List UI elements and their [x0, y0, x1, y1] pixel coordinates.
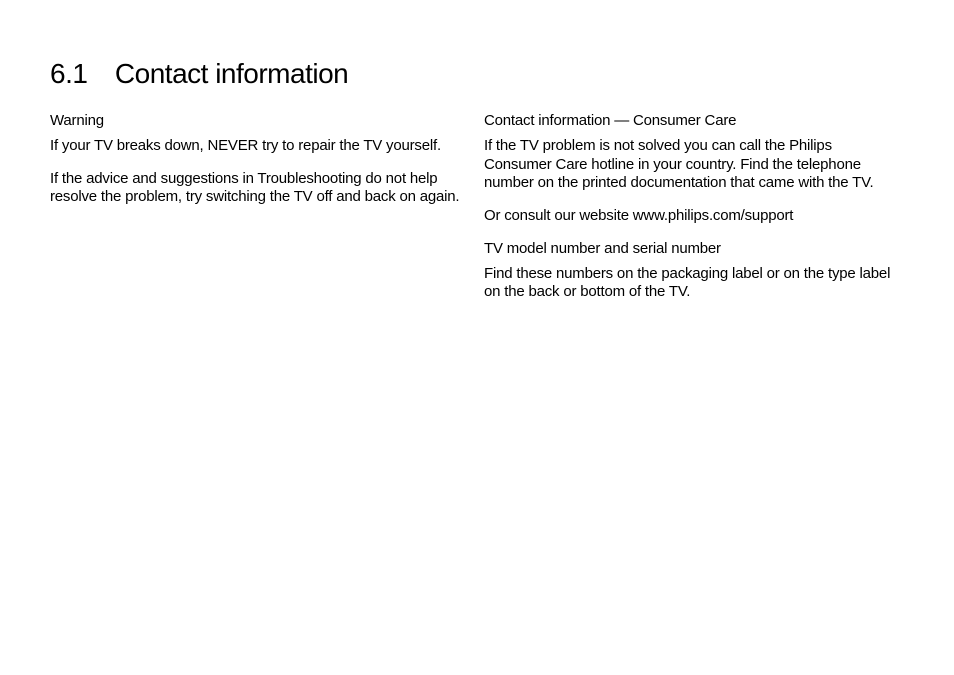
section-title: 6.1 Contact information: [50, 58, 904, 90]
warning-heading: Warning: [50, 112, 460, 131]
consumer-care-text: If the TV problem is not solved you can …: [484, 137, 894, 193]
model-serial-heading: TV model number and serial number: [484, 240, 894, 259]
warning-text: If your TV breaks down, NEVER try to rep…: [50, 137, 460, 156]
model-serial-text: Find these numbers on the packaging labe…: [484, 265, 894, 303]
website-text: Or consult our website www.philips.com/s…: [484, 207, 894, 226]
right-column: Contact information — Consumer Care If t…: [484, 112, 894, 316]
advice-text: If the advice and suggestions in Trouble…: [50, 170, 460, 208]
content-columns: Warning If your TV breaks down, NEVER tr…: [50, 112, 904, 316]
left-column: Warning If your TV breaks down, NEVER tr…: [50, 112, 460, 316]
consumer-care-heading: Contact information — Consumer Care: [484, 112, 894, 131]
